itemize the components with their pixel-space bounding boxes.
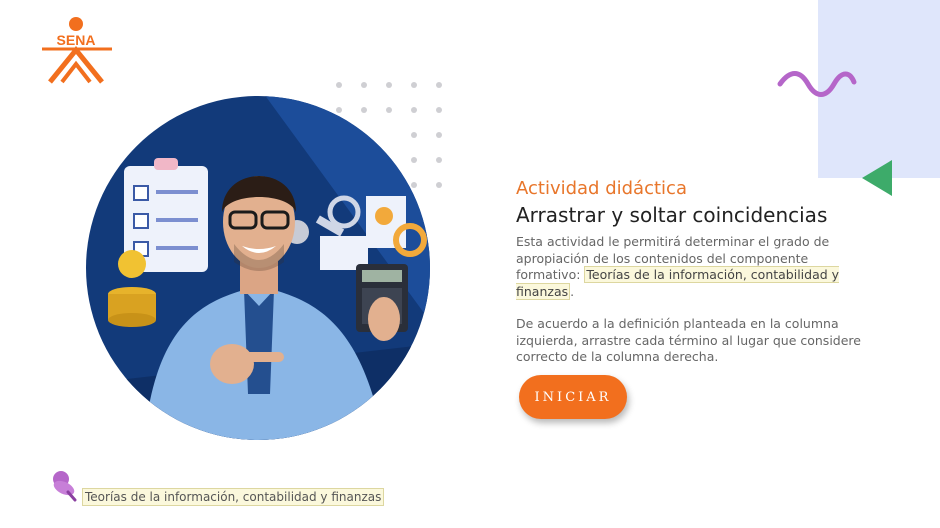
activity-title: Arrastrar y soltar coincidencias: [516, 203, 828, 227]
decorative-dot: [361, 82, 367, 88]
activity-kicker: Actividad didáctica: [516, 178, 687, 199]
sena-logo: SENA: [42, 17, 112, 84]
footer-component-name: Teorías de la información, contabilidad …: [82, 488, 385, 506]
decorative-dot: [386, 82, 392, 88]
squiggle-decoration: [777, 71, 857, 97]
activity-instructions: De acuerdo a la definición planteada en …: [516, 316, 861, 364]
svg-text:SENA: SENA: [57, 32, 96, 48]
activity-intro: Esta actividad le permitirá determinar e…: [516, 234, 876, 300]
decorative-dot: [411, 82, 417, 88]
decorative-dot: [436, 82, 442, 88]
decorative-dot: [436, 182, 442, 188]
decorative-dot: [436, 107, 442, 113]
start-button[interactable]: INICIAR: [519, 375, 627, 419]
intro-period: .: [570, 283, 575, 299]
decorative-dot: [436, 132, 442, 138]
activity-content: Actividad didáctica Arrastrar y soltar c…: [516, 178, 876, 366]
pushpin-icon: [53, 471, 77, 502]
footer-note: Teorías de la información, contabilidad …: [48, 468, 388, 508]
decorative-dot: [436, 157, 442, 163]
decorative-dot: [336, 82, 342, 88]
hero-image: [86, 96, 430, 440]
